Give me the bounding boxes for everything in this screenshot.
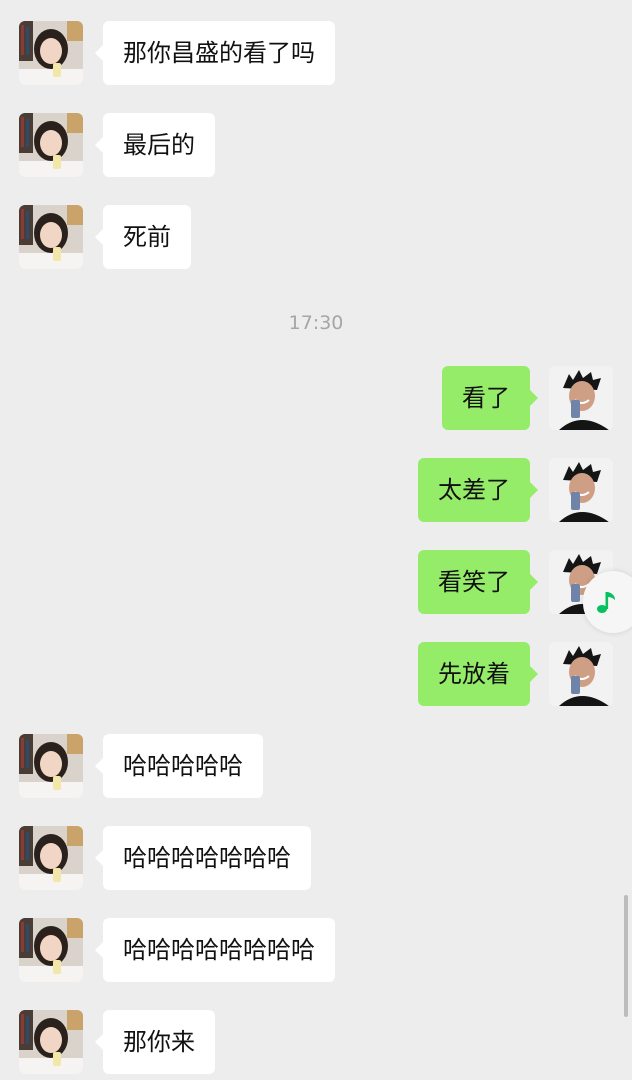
- message-bubble-outgoing[interactable]: 看了: [442, 366, 538, 430]
- message-row-outgoing: 先放着: [0, 642, 632, 708]
- message-row-incoming: 那你昌盛的看了吗: [0, 21, 632, 87]
- chat-scrollbar[interactable]: [624, 895, 628, 1017]
- message-bubble-incoming[interactable]: 哈哈哈哈哈: [95, 734, 263, 798]
- message-row-incoming: 最后的: [0, 113, 632, 179]
- message-row-incoming: 死前: [0, 205, 632, 271]
- message-row-incoming: 哈哈哈哈哈哈哈哈: [0, 918, 632, 984]
- message-timestamp: 17:30: [288, 312, 344, 334]
- message-bubble-outgoing[interactable]: 看笑了: [418, 550, 538, 614]
- contact-avatar[interactable]: [19, 918, 83, 982]
- contact-avatar[interactable]: [19, 113, 83, 177]
- self-avatar[interactable]: [549, 458, 613, 522]
- message-bubble-incoming[interactable]: 哈哈哈哈哈哈哈哈: [95, 918, 335, 982]
- message-row-outgoing: 太差了: [0, 458, 632, 524]
- self-avatar[interactable]: [549, 366, 613, 430]
- message-row-incoming: 哈哈哈哈哈哈哈: [0, 826, 632, 892]
- message-row-outgoing: 看笑了: [0, 550, 632, 616]
- contact-avatar[interactable]: [19, 826, 83, 890]
- message-bubble-incoming[interactable]: 那你来: [95, 1010, 215, 1074]
- contact-avatar[interactable]: [19, 734, 83, 798]
- floating-music-widget[interactable]: [583, 571, 632, 633]
- contact-avatar[interactable]: [19, 21, 83, 85]
- message-bubble-outgoing[interactable]: 先放着: [418, 642, 538, 706]
- message-bubble-incoming[interactable]: 死前: [95, 205, 191, 269]
- message-bubble-incoming[interactable]: 最后的: [95, 113, 215, 177]
- message-row-incoming: 哈哈哈哈哈: [0, 734, 632, 800]
- message-bubble-outgoing[interactable]: 太差了: [418, 458, 538, 522]
- message-bubble-incoming[interactable]: 哈哈哈哈哈哈哈: [95, 826, 311, 890]
- message-row-outgoing: 看了: [0, 366, 632, 432]
- message-row-incoming: 那你来: [0, 1010, 632, 1076]
- chat-message-list[interactable]: 那你昌盛的看了吗 最后的 死前 17:30 看了 太差了 看笑了 先放着 哈哈哈…: [0, 0, 632, 1080]
- self-avatar[interactable]: [549, 642, 613, 706]
- music-note-icon: [597, 592, 615, 613]
- contact-avatar[interactable]: [19, 1010, 83, 1074]
- contact-avatar[interactable]: [19, 205, 83, 269]
- message-bubble-incoming[interactable]: 那你昌盛的看了吗: [95, 21, 335, 85]
